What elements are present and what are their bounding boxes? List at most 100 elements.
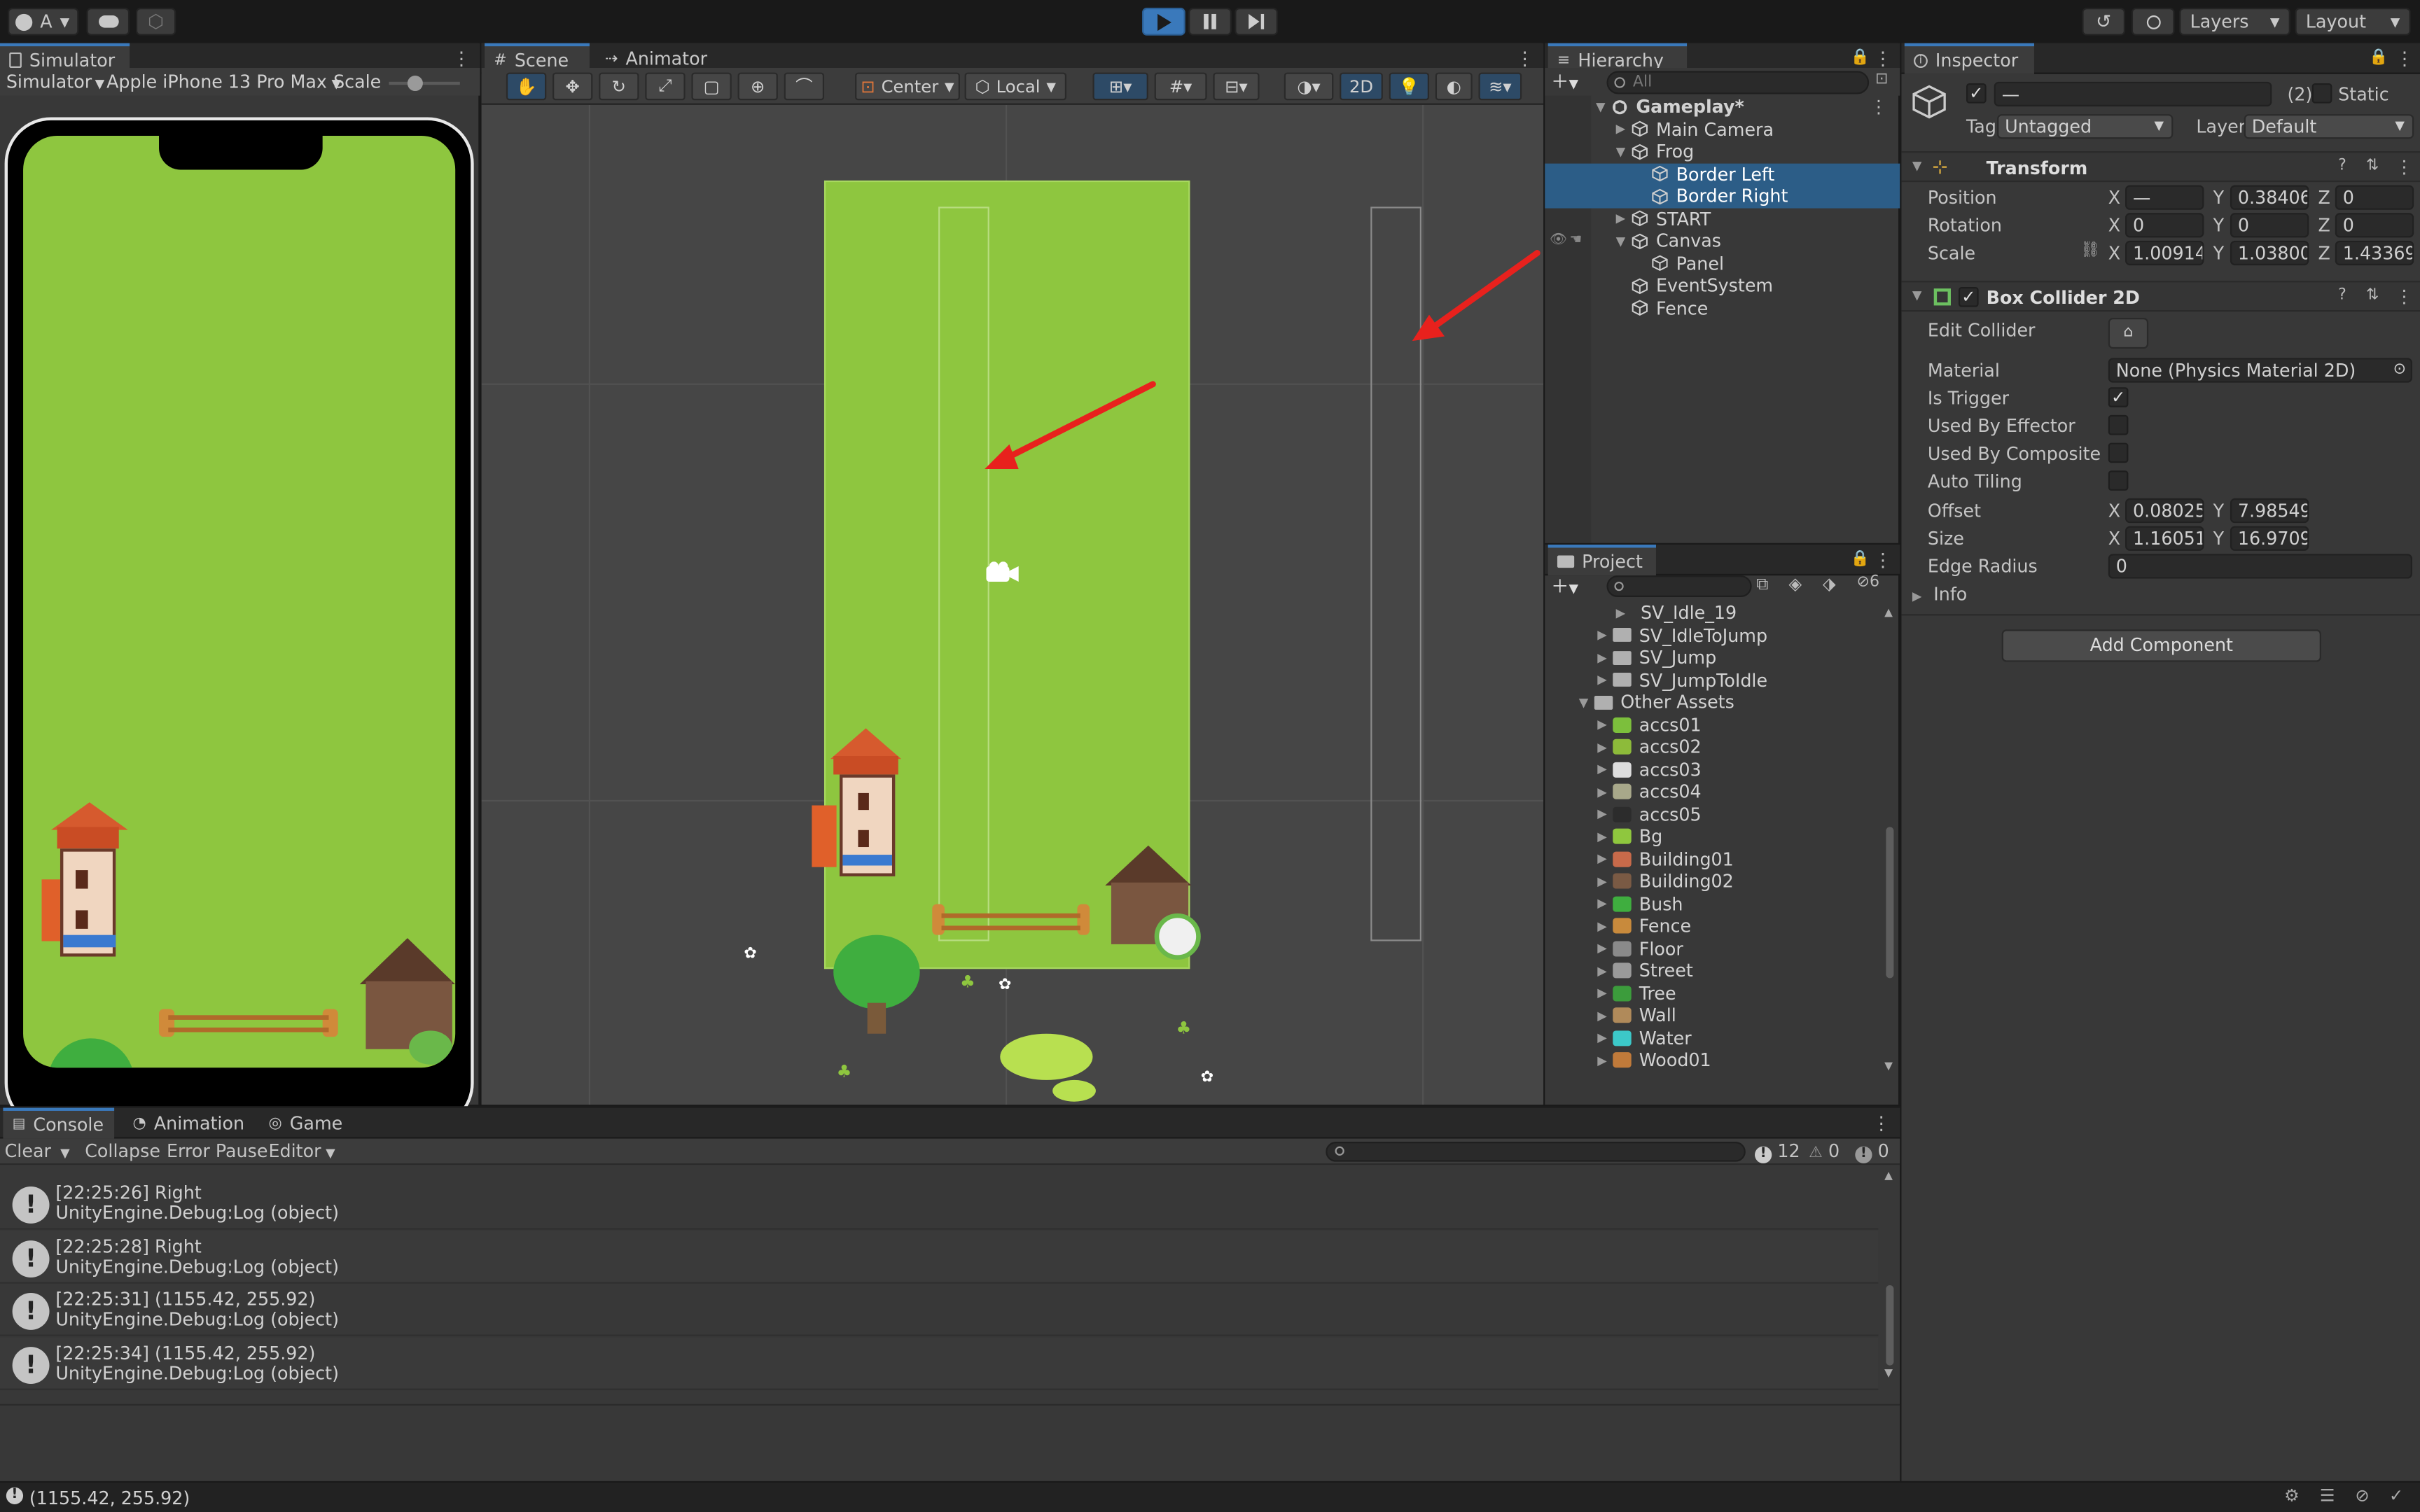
box-collider-enabled-checkbox[interactable]: ✓ — [1958, 286, 1979, 307]
console-entry[interactable]: ! [22:25:31] (1155.42, 255.92) UnityEngine… — [0, 1283, 1879, 1336]
project-scrollbar[interactable]: ▲ ▼ — [1882, 606, 1897, 1072]
audio-button[interactable]: ◐ — [1435, 72, 1473, 101]
fold-right-icon[interactable]: ▶ — [1597, 1009, 1613, 1023]
check-circle-icon[interactable]: ✓ — [2389, 1486, 2403, 1506]
play-button[interactable] — [1142, 8, 1185, 36]
console-entry[interactable]: ! [22:25:28] Right UnityEngine.Debug:Log (… — [0, 1230, 1879, 1283]
hierarchy-item[interactable]: Border Left — [1545, 162, 1900, 186]
search-options-icon[interactable]: ⊡ — [1875, 71, 1888, 88]
console-scrollbar[interactable]: ▲ ▼ — [1882, 1170, 1897, 1389]
collapse-button[interactable]: Collapse — [85, 1140, 160, 1162]
scrollbar-thumb[interactable] — [1886, 1285, 1894, 1366]
lock-icon[interactable]: 🔒 — [1851, 48, 1870, 69]
hand-tool-button[interactable]: ✋ — [506, 72, 547, 101]
tab-game[interactable]: ◎ Game — [259, 1108, 358, 1139]
scroll-up-icon[interactable]: ▲ — [1884, 606, 1893, 619]
tab-inspector[interactable]: i Inspector — [1904, 43, 2034, 74]
hidden-packages-toggle[interactable]: ⊘6 — [1857, 574, 1880, 591]
object-picker-icon[interactable]: ⊙ — [2393, 360, 2406, 382]
preset-icon[interactable]: ⇅ — [2366, 158, 2379, 174]
search-by-type-icon[interactable]: ⧉ — [1756, 574, 1768, 596]
scroll-down-icon[interactable]: ▼ — [1884, 1060, 1893, 1072]
fold-right-icon[interactable]: ▶ — [1616, 212, 1632, 226]
transform-y-field[interactable]: 1.03800 — [2230, 240, 2309, 266]
more-options-icon[interactable]: ⋮ — [1515, 48, 1534, 69]
fold-right-icon[interactable]: ▶ — [1597, 830, 1613, 844]
tab-console[interactable]: ▤ Console — [3, 1107, 115, 1139]
fold-right-icon[interactable]: ▶ — [1597, 762, 1613, 776]
transform-x-field[interactable]: 0 — [2125, 213, 2204, 238]
rotate-tool-button[interactable]: ↻ — [599, 72, 639, 101]
scale-slider-thumb[interactable] — [407, 76, 423, 92]
more-options-icon[interactable]: ⋮ — [1874, 550, 1892, 571]
static-checkbox[interactable] — [2311, 83, 2332, 104]
console-entry[interactable]: ! [22:25:26] Right UnityEngine.Debug:Log (… — [0, 1177, 1879, 1230]
rect-tool-button[interactable]: ▢ — [691, 72, 732, 101]
fold-down-icon[interactable]: ▼ — [1616, 145, 1632, 159]
fold-right-icon[interactable]: ▶ — [1597, 718, 1613, 732]
fold-right-icon[interactable]: ▶ — [1597, 919, 1613, 933]
grid-snap-button[interactable]: ⊞▾ — [1092, 72, 1148, 101]
more-options-icon[interactable]: ⋮ — [2395, 156, 2413, 178]
transform-tool-button[interactable]: ⊕ — [737, 72, 778, 101]
fold-right-icon[interactable]: ▶ — [1597, 673, 1613, 687]
editor-dropdown[interactable]: Editor ▼ — [269, 1140, 335, 1162]
more-options-icon[interactable]: ⋮ — [1870, 96, 1887, 118]
project-item[interactable]: ▶ SV_JumpToIdle — [1545, 668, 1881, 691]
effects-button[interactable]: ≋▾ — [1478, 72, 1522, 101]
project-item[interactable]: ▶ accs05 — [1545, 803, 1881, 825]
layer-dropdown[interactable]: Default ▼ — [2244, 114, 2414, 139]
fold-right-icon[interactable]: ▶ — [1597, 986, 1613, 1000]
add-component-button[interactable]: Add Component — [2001, 629, 2321, 662]
warning-count-toggle[interactable]: ⚠ 0 — [1809, 1140, 1840, 1162]
fold-right-icon[interactable]: ▶ — [1597, 852, 1613, 866]
error-count-toggle[interactable]: ! 0 — [1855, 1140, 1889, 1163]
history-button[interactable]: ↺ — [2082, 8, 2126, 36]
custom-tool-button[interactable]: ⌒ — [784, 72, 824, 101]
transform-x-field[interactable]: 1.00914! — [2125, 240, 2204, 266]
fold-down-icon[interactable]: ▼ — [1616, 234, 1632, 248]
project-item[interactable]: ▶ accs04 — [1545, 780, 1881, 803]
transform-y-field[interactable]: 0 — [2230, 213, 2309, 238]
fold-right-icon[interactable]: ▶ — [1597, 651, 1613, 665]
scale-tool-button[interactable]: ⤢ — [645, 72, 686, 101]
edge-radius-field[interactable]: 0 — [2108, 554, 2412, 579]
lock-icon[interactable]: 🔒 — [1851, 550, 1870, 571]
tag-icon[interactable]: ⬗ — [1823, 574, 1836, 594]
fold-right-icon[interactable]: ▶ — [1597, 785, 1613, 799]
fold-right-icon[interactable]: ▶ — [1597, 629, 1613, 643]
fold-down-icon[interactable]: ▼ — [1579, 695, 1594, 709]
fold-right-icon[interactable]: ▶ — [1597, 1031, 1613, 1045]
console-entry[interactable]: ! [22:25:34] (1155.42, 255.92) UnityEngine… — [0, 1336, 1879, 1390]
more-options-icon[interactable]: ⋮ — [2395, 48, 2414, 69]
used-by-effector-checkbox[interactable] — [2108, 414, 2129, 435]
fold-right-icon[interactable]: ▶ — [1616, 606, 1632, 620]
search-button[interactable] — [2131, 8, 2175, 36]
mode-2d-button[interactable]: 2D — [1340, 72, 1383, 101]
device-screen[interactable] — [23, 135, 456, 1068]
hierarchy-item[interactable]: Border Right — [1545, 185, 1900, 208]
project-item[interactable]: ▶ Wall — [1545, 1004, 1881, 1027]
offset-y-field[interactable]: 7.985491 — [2230, 498, 2309, 524]
layers-dropdown[interactable]: Layers ▼ — [2179, 8, 2290, 36]
size-x-field[interactable]: 1.160513 — [2125, 526, 2204, 551]
space-dropdown[interactable]: ⬡ Local ▼ — [964, 72, 1067, 101]
fold-right-icon[interactable]: ▶ — [1597, 964, 1613, 978]
project-item[interactable]: ▶ accs03 — [1545, 758, 1881, 780]
is-trigger-checkbox[interactable]: ✓ — [2108, 387, 2129, 407]
project-item[interactable]: ▶ Street — [1545, 960, 1881, 982]
fold-right-icon[interactable]: ▶ — [1597, 807, 1613, 821]
used-by-composite-checkbox[interactable] — [2108, 442, 2129, 463]
transform-header[interactable]: ▼ ⊹ Transform ? ⇅ ⋮ — [1901, 151, 2420, 183]
project-item[interactable]: ▶ Bg — [1545, 825, 1881, 848]
hierarchy-item[interactable]: ▶ Main Camera — [1545, 118, 1900, 141]
scrollbar-thumb[interactable] — [1886, 827, 1894, 979]
project-item[interactable]: ▶ SV_Jump — [1545, 647, 1881, 669]
collab-button[interactable]: ⬡ — [135, 8, 176, 36]
project-item[interactable]: ▼ Other Assets — [1545, 691, 1881, 713]
scroll-up-icon[interactable]: ▲ — [1884, 1170, 1893, 1182]
account-dropdown[interactable]: A ▼ — [8, 8, 79, 36]
transform-z-field[interactable]: 0 — [2335, 213, 2414, 238]
project-item[interactable]: ▶ Water — [1545, 1027, 1881, 1049]
preset-icon[interactable]: ⇅ — [2366, 287, 2379, 304]
